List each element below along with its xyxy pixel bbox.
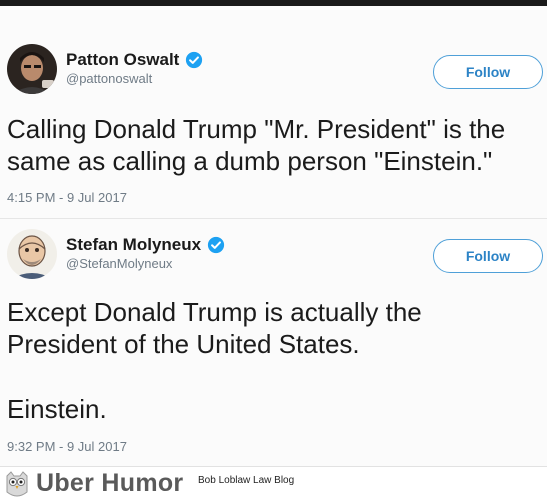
- name-row: Patton Oswalt: [66, 50, 203, 70]
- display-name[interactable]: Stefan Molyneux: [66, 235, 201, 255]
- tweet-text-line: Calling Donald Trump "Mr. President" is …: [7, 114, 506, 144]
- user-handle[interactable]: @pattonoswalt: [66, 71, 152, 86]
- display-name[interactable]: Patton Oswalt: [66, 50, 179, 70]
- brand-name: Uber Humor: [36, 469, 184, 497]
- follow-button[interactable]: Follow: [433, 239, 543, 273]
- footer-watermark: Uber Humor Bob Loblaw Law Blog: [0, 466, 547, 501]
- verified-badge-icon: [186, 51, 203, 69]
- name-row: Stefan Molyneux: [66, 235, 225, 255]
- owl-icon: [6, 471, 28, 497]
- avatar-patton-oswalt[interactable]: [7, 44, 57, 94]
- tweet-divider: [0, 218, 547, 219]
- tweet-text-line: President of the United States.: [7, 329, 360, 359]
- tweet-timestamp[interactable]: 4:15 PM - 9 Jul 2017: [7, 190, 127, 205]
- avatar-stefan-molyneux[interactable]: [7, 229, 57, 279]
- follow-button[interactable]: Follow: [433, 55, 543, 89]
- user-handle[interactable]: @StefanMolyneux: [66, 256, 172, 271]
- tweet-text-line: Einstein.: [7, 394, 107, 424]
- tweet-text-line: same as calling a dumb person "Einstein.…: [7, 146, 493, 176]
- tweet-text-line: Except Donald Trump is actually the: [7, 297, 422, 327]
- blog-name: Bob Loblaw Law Blog: [198, 475, 295, 486]
- tweet-timestamp[interactable]: 9:32 PM - 9 Jul 2017: [7, 439, 127, 454]
- verified-badge-icon: [207, 236, 225, 254]
